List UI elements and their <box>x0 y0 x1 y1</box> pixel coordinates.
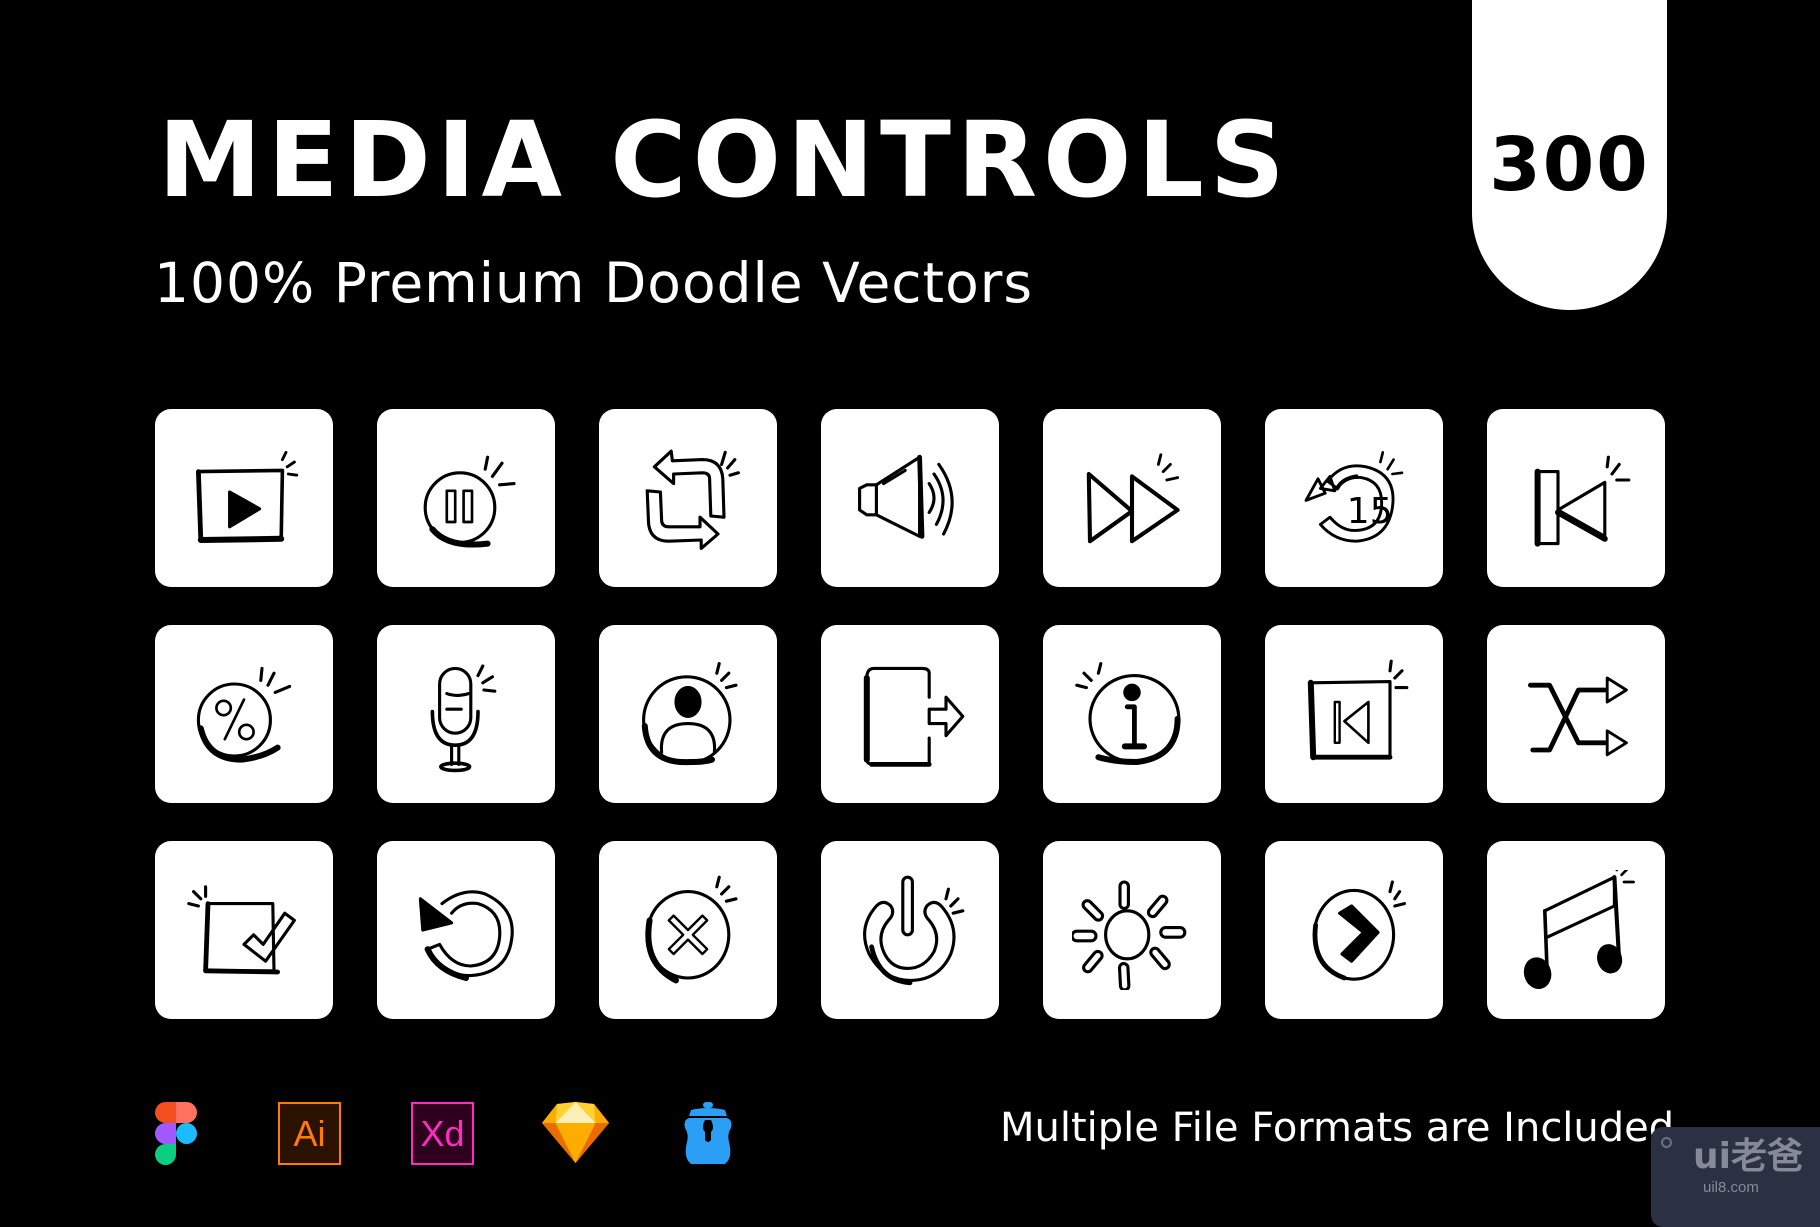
watermark-logo: ui老爸 <box>1693 1136 1803 1177</box>
pause-icon <box>423 455 516 548</box>
previous-track-icon <box>1307 659 1409 761</box>
music-note-icon <box>1523 870 1635 990</box>
icon-tile-fast-forward[interactable] <box>1043 409 1221 587</box>
checkbox-icon <box>187 885 296 975</box>
user-icon <box>641 662 738 766</box>
illustrator-logo: Ai <box>278 1102 341 1165</box>
volume-icon <box>858 454 954 539</box>
icon-tile-pause[interactable] <box>377 409 555 587</box>
xd-logo-label: Xd <box>420 1112 465 1154</box>
close-icon <box>645 875 738 984</box>
shuffle-icon <box>1528 676 1628 757</box>
icon-tile-skip-back[interactable] <box>1487 409 1665 587</box>
power-icon <box>863 875 965 986</box>
icon-tile-music-note[interactable] <box>1487 841 1665 1019</box>
icon-tile-microphone[interactable] <box>377 625 555 803</box>
icon-tile-repeat[interactable] <box>599 409 777 587</box>
icon-tile-play[interactable] <box>155 409 333 587</box>
brightness-icon <box>1072 880 1187 990</box>
icon-tile-info[interactable] <box>1043 625 1221 803</box>
icon-tile-rewind-15[interactable]: 15 <box>1265 409 1443 587</box>
play-icon <box>196 450 299 543</box>
icon-tile-power[interactable] <box>821 841 999 1019</box>
icon-tile-next[interactable] <box>1265 841 1443 1019</box>
skip-back-icon <box>1534 455 1631 547</box>
figma-icon <box>155 1102 197 1165</box>
formats-caption: Multiple File Formats are Included <box>1000 1105 1675 1151</box>
next-icon <box>1312 880 1406 981</box>
figma-logo <box>155 1102 197 1165</box>
count-badge-text: 300 <box>1489 122 1650 208</box>
repeat-icon <box>645 449 740 550</box>
watermark[interactable]: ui老爸 uil8.com <box>1651 1127 1820 1227</box>
fast-forward-icon <box>1086 453 1180 544</box>
iconjar-logo <box>683 1102 733 1165</box>
microphone-icon <box>430 664 497 773</box>
sketch-logo <box>542 1102 609 1163</box>
icon-tile-user[interactable] <box>599 625 777 803</box>
page-title: MEDIA CONTROLS <box>158 99 1291 221</box>
icon-tile-checkbox[interactable] <box>155 841 333 1019</box>
icon-tile-previous-track[interactable] <box>1265 625 1443 803</box>
sketch-icon <box>542 1102 609 1163</box>
watermark-hole-icon <box>1661 1137 1672 1148</box>
iconjar-icon <box>684 1102 732 1164</box>
rewind-15-icon: 15 <box>1304 451 1404 543</box>
watermark-url: uil8.com <box>1703 1179 1759 1196</box>
replay-icon <box>418 890 514 981</box>
icon-grid: 15 <box>155 409 1667 1019</box>
icon-tile-exit[interactable] <box>821 625 999 803</box>
exit-icon <box>863 666 965 767</box>
percent-icon <box>196 666 292 763</box>
count-badge: 300 <box>1472 0 1667 310</box>
illustrator-logo-label: Ai <box>293 1112 326 1154</box>
icon-tile-close[interactable] <box>599 841 777 1019</box>
icon-tile-replay[interactable] <box>377 841 555 1019</box>
icon-tile-volume[interactable] <box>821 409 999 587</box>
page-subtitle: 100% Premium Doodle Vectors <box>154 251 1034 315</box>
info-icon <box>1075 662 1181 765</box>
xd-logo: Xd <box>411 1102 474 1165</box>
icon-tile-shuffle[interactable] <box>1487 625 1665 803</box>
rewind-15-label: 15 <box>1347 491 1393 532</box>
icon-tile-brightness[interactable] <box>1043 841 1221 1019</box>
icon-tile-percent[interactable] <box>155 625 333 803</box>
